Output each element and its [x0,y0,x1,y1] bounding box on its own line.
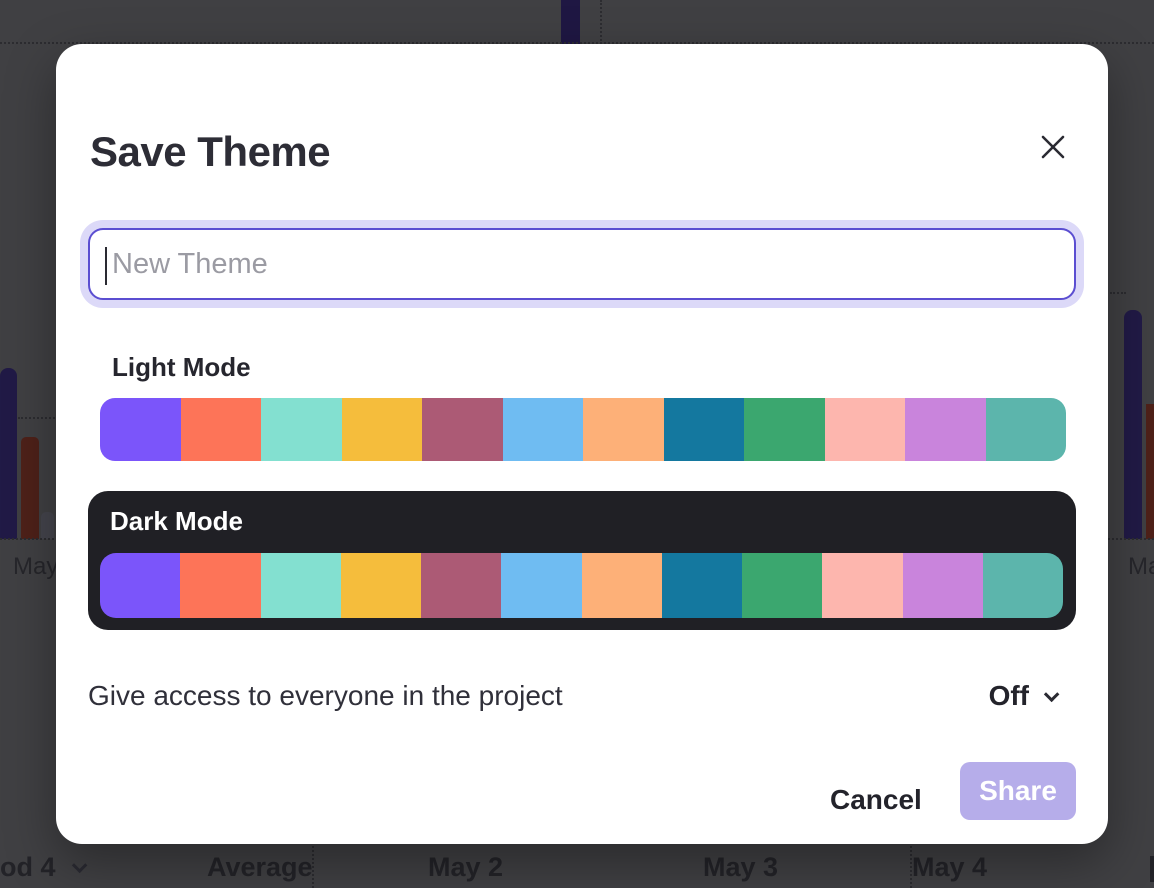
dark-mode-label: Dark Mode [110,506,243,537]
light-mode-palette [100,398,1066,461]
color-swatch [421,553,501,618]
color-swatch [181,398,262,461]
save-theme-dialog: Save Theme Theme Name Light Mode Dark Mo… [56,44,1108,844]
x-axis-label-left: May [13,553,58,581]
close-button[interactable] [1031,125,1075,169]
chart-bar-top [561,0,580,44]
color-swatch [261,553,341,618]
color-swatch [822,553,902,618]
color-swatch [905,398,986,461]
color-swatch [983,553,1063,618]
may4-column-label: May 4 [912,852,987,883]
color-swatch [825,398,906,461]
average-line-left [18,417,58,419]
color-swatch [342,398,423,461]
chart-bar-red-left [21,437,39,539]
theme-name-input[interactable] [88,228,1076,300]
color-swatch [100,398,181,461]
color-swatch [664,398,745,461]
access-label: Give access to everyone in the project [88,680,563,712]
color-swatch [662,553,742,618]
chart-divider [600,0,602,44]
average-line-right [1110,292,1126,294]
period-label: od 4 [0,852,56,883]
color-swatch [261,398,342,461]
period-selector[interactable]: od 4 [0,852,83,883]
chart-bar-red-right [1146,404,1154,539]
color-swatch [503,398,584,461]
color-swatch [100,553,180,618]
color-swatch [341,553,421,618]
close-icon [1040,134,1066,160]
may2-column-label: May 2 [428,852,503,883]
color-swatch [582,553,662,618]
may3-column-label: May 3 [703,852,778,883]
dark-mode-section: Dark Mode [88,491,1076,630]
access-dropdown[interactable]: Off [989,680,1055,712]
color-swatch [986,398,1067,461]
baseline-right [1108,538,1154,540]
share-button[interactable]: Share [960,762,1076,820]
chart-bar-navy-right [1124,310,1142,539]
color-swatch [422,398,503,461]
chart-bar-gray-left [41,512,54,539]
cancel-button[interactable]: Cancel [816,774,936,826]
light-mode-label: Light Mode [112,352,251,383]
color-swatch [744,398,825,461]
x-axis-label-right: Ma [1128,553,1154,581]
chevron-down-icon [71,858,87,874]
access-value: Off [989,680,1029,712]
dark-mode-palette [100,553,1063,618]
color-swatch [583,398,664,461]
color-swatch [742,553,822,618]
chevron-down-icon [1044,686,1060,702]
chart-bar-navy-left [0,368,17,539]
dialog-title: Save Theme [90,128,330,176]
baseline-left [0,538,58,540]
cropped-label-sliver [1150,856,1154,882]
text-caret [105,247,107,285]
average-column-label: Average [207,852,313,883]
color-swatch [903,553,983,618]
color-swatch [180,553,260,618]
color-swatch [501,553,581,618]
